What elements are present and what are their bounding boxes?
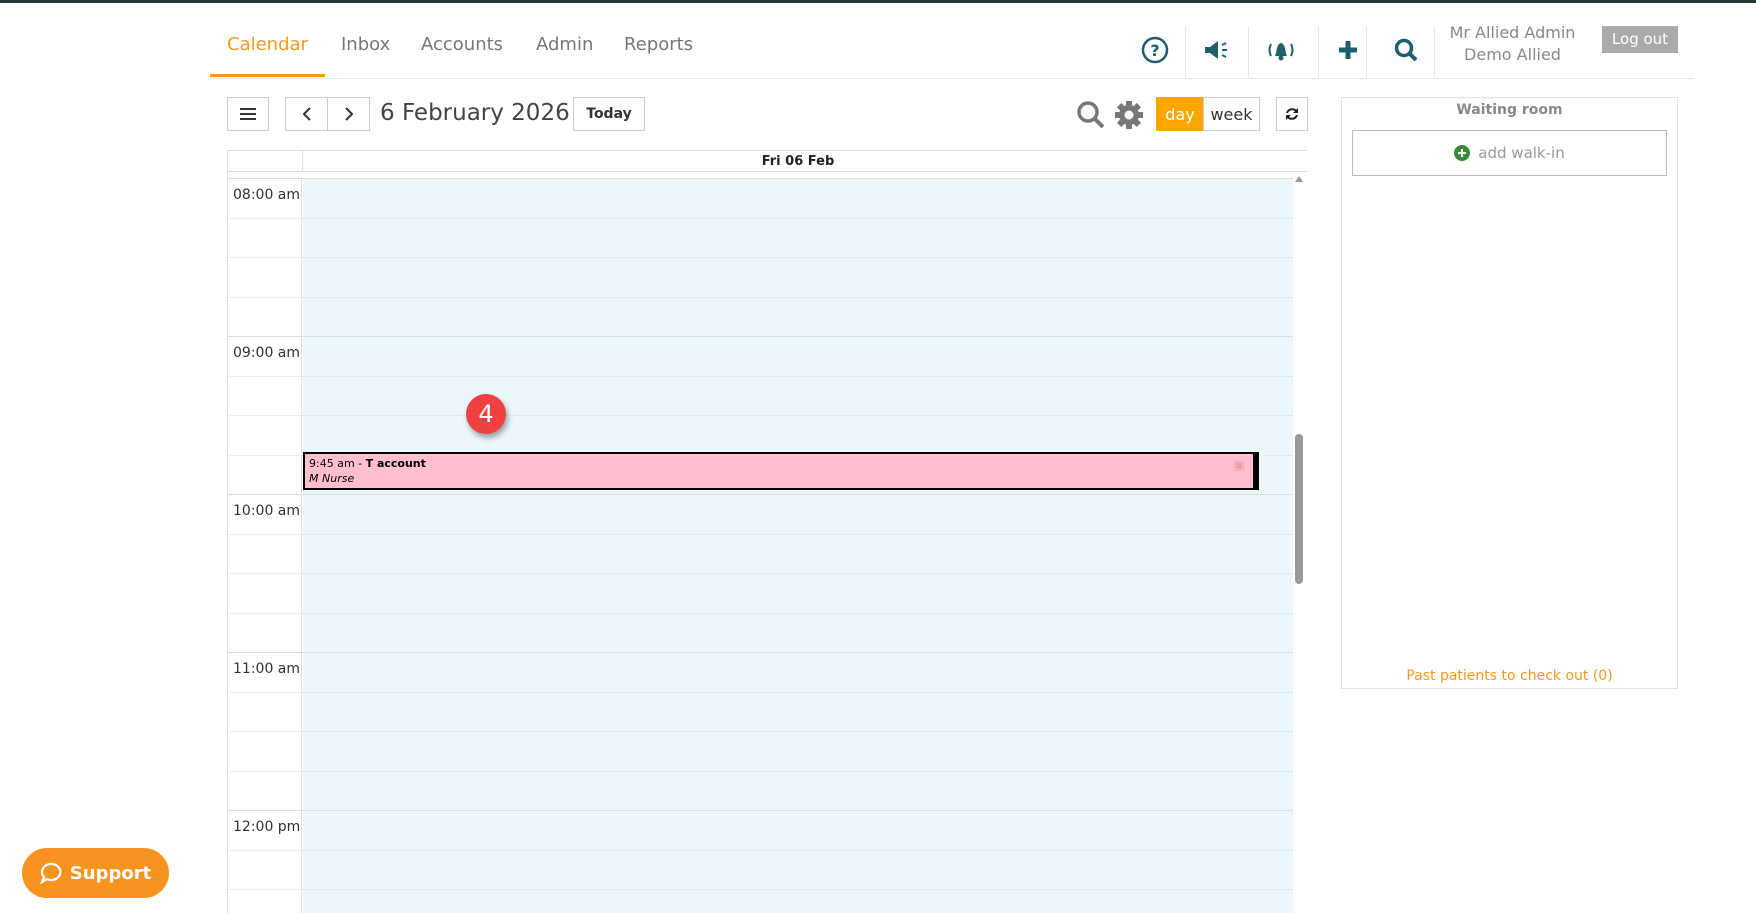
svg-text:?: ?: [1150, 41, 1159, 60]
quarter-line: [228, 375, 1293, 377]
calendar-search-icon[interactable]: [1076, 100, 1106, 134]
current-date: 6 February 2026: [380, 100, 570, 126]
day-column-header: Fri 06 Feb: [302, 151, 1293, 172]
quarter-line: [228, 533, 1293, 535]
plus-circle-icon: [1454, 145, 1471, 161]
quarter-line: [228, 217, 1293, 219]
plus-icon[interactable]: [1328, 30, 1368, 70]
waiting-room-title: Waiting room: [1456, 102, 1563, 118]
quarter-line: [228, 849, 1293, 851]
refresh-icon: [1286, 108, 1298, 120]
tab-inbox[interactable]: Inbox: [341, 34, 390, 55]
menu-button[interactable]: [227, 97, 269, 131]
add-walk-in-label: add walk-in: [1478, 144, 1565, 162]
chevron-right-icon: [344, 107, 353, 121]
today-button[interactable]: Today: [573, 97, 645, 131]
time-column: [228, 178, 302, 913]
past-patients-link[interactable]: Past patients to check out (0): [1342, 668, 1677, 684]
tab-accounts[interactable]: Accounts: [421, 34, 503, 55]
active-tab-indicator: [210, 74, 325, 77]
scroll-up-icon: [1295, 176, 1303, 182]
time-label: 10:00 am: [233, 503, 301, 519]
prev-button[interactable]: [285, 97, 328, 131]
hour-line: [228, 810, 1293, 811]
scroll-thumb[interactable]: [1295, 434, 1303, 584]
user-org: Demo Allied: [1464, 45, 1561, 64]
quarter-line: [228, 770, 1293, 772]
support-label: Support: [69, 862, 152, 884]
chevron-left-icon: [302, 107, 311, 121]
quarter-line: [228, 573, 1293, 574]
billing-icon: ▣: [1232, 458, 1245, 473]
time-label: 11:00 am: [233, 661, 301, 677]
appointment-title: T account: [365, 457, 426, 470]
appointment-practitioner: M Nurse: [309, 472, 355, 485]
calendar-grid: Fri 06 Feb 08:00 am 09:00 am 10:00 am 11:00…: [227, 150, 1307, 913]
tab-admin[interactable]: Admin: [536, 34, 593, 55]
quarter-line: [228, 612, 1293, 614]
support-button[interactable]: Support: [22, 848, 169, 898]
quarter-line: [228, 731, 1293, 732]
appointment-separator: -: [354, 457, 366, 470]
step-badge: 4: [466, 394, 506, 434]
next-button[interactable]: [327, 97, 370, 131]
view-day-button[interactable]: day: [1156, 97, 1204, 131]
hour-line: [228, 652, 1293, 653]
quarter-line: [228, 257, 1293, 258]
quarter-line: [228, 691, 1293, 693]
grid-header: Fri 06 Feb: [228, 150, 1307, 172]
add-walk-in-button[interactable]: add walk-in: [1352, 130, 1667, 176]
calendar-scrollbar[interactable]: [1292, 172, 1306, 913]
time-label: 09:00 am: [233, 345, 301, 361]
view-week-button[interactable]: week: [1203, 97, 1260, 131]
bell-icon[interactable]: [1261, 30, 1301, 70]
user-name: Mr Allied Admin: [1449, 23, 1576, 42]
logout-button[interactable]: Log out: [1602, 26, 1678, 53]
appointment-time: 9:45 am: [309, 457, 355, 470]
tab-calendar[interactable]: Calendar: [227, 34, 308, 55]
hour-line: [228, 178, 1293, 179]
time-label: 12:00 pm: [233, 819, 301, 835]
megaphone-icon[interactable]: [1196, 30, 1236, 70]
help-icon[interactable]: ?: [1135, 30, 1175, 70]
chat-icon: [39, 862, 62, 884]
appointment[interactable]: 9:45 am - T account M Nurse ▣: [303, 452, 1259, 490]
waiting-room-panel: Waiting room add walk-in Past patients t…: [1341, 97, 1678, 689]
day-column[interactable]: [303, 178, 1293, 913]
user-info: Mr Allied Admin Demo Allied: [1445, 22, 1580, 66]
hamburger-icon: [240, 108, 256, 120]
hour-line: [228, 336, 1293, 337]
quarter-line: [228, 415, 1293, 416]
refresh-button[interactable]: [1276, 97, 1308, 131]
quarter-line: [228, 889, 1293, 890]
search-icon[interactable]: [1386, 30, 1426, 70]
quarter-line: [228, 296, 1293, 298]
tab-reports[interactable]: Reports: [624, 34, 693, 55]
gear-icon[interactable]: [1114, 100, 1144, 134]
hour-line: [228, 494, 1293, 495]
time-label: 08:00 am: [233, 187, 301, 203]
